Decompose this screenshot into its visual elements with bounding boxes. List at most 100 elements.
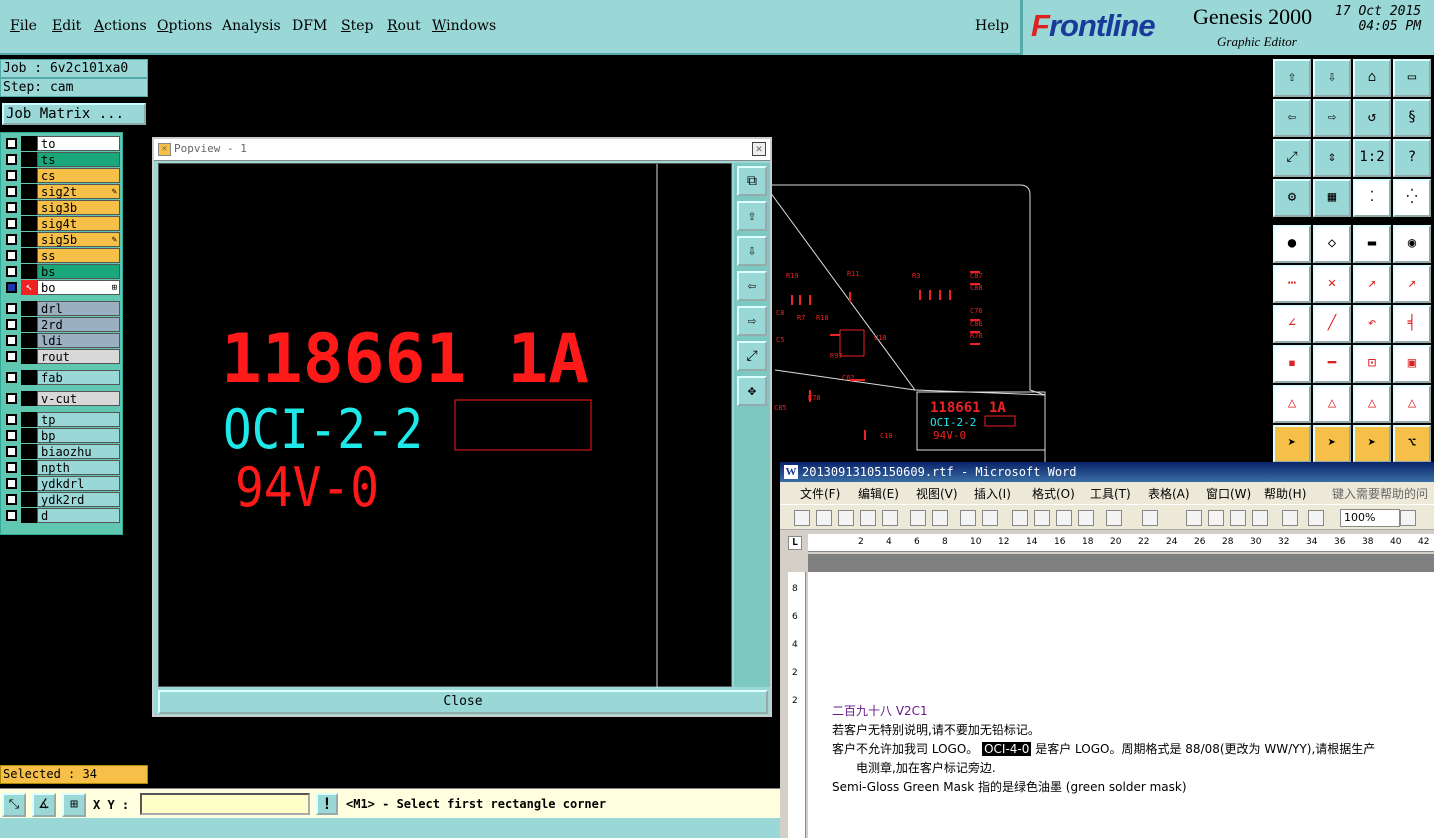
insert-table-icon[interactable] (1230, 510, 1246, 526)
menu-analysis[interactable]: Analysis (222, 18, 281, 34)
research-icon[interactable] (982, 510, 998, 526)
redraw-icon[interactable]: § (1393, 99, 1431, 137)
menu-file[interactable]: File (10, 18, 37, 34)
connect-icon[interactable]: ⋯ (1273, 265, 1311, 303)
layer-checkbox[interactable] (6, 478, 17, 489)
copy-icon[interactable] (1034, 510, 1050, 526)
layer-checkbox[interactable] (6, 186, 17, 197)
menu-rout[interactable]: Rout (387, 18, 421, 34)
word-menu-item[interactable]: 窗口(W) (1206, 485, 1251, 502)
layer-affected-indicator[interactable] (21, 200, 37, 215)
layer-checkbox[interactable] (6, 393, 17, 404)
arrow-add-icon[interactable]: ↗ (1353, 265, 1391, 303)
center-pad-icon[interactable]: ⊡ (1353, 345, 1391, 383)
layer-name[interactable]: bo ⊞ (37, 280, 120, 295)
layer-checkbox[interactable] (6, 335, 17, 346)
word-menu-item[interactable]: 编辑(E) (858, 485, 899, 502)
export-icon[interactable]: ⇨ (1313, 99, 1351, 137)
draw-line-icon[interactable]: ∠ (1273, 305, 1311, 343)
step-down-icon[interactable]: ⇩ (1313, 59, 1351, 97)
pv-export-icon[interactable]: ⇨ (737, 306, 767, 336)
layer-name[interactable]: to (37, 136, 120, 151)
popview-canvas[interactable]: 118661 1A OCI-2-2 94V-0 (158, 163, 732, 688)
rotate-icon[interactable]: ↶ (1353, 305, 1391, 343)
layer-row-rout[interactable]: rout (3, 349, 120, 364)
menu-step[interactable]: Step (341, 18, 373, 34)
layer-checkbox[interactable] (6, 234, 17, 245)
home-icon[interactable]: ⌂ (1353, 59, 1391, 97)
word-menu-item[interactable]: 插入(I) (974, 485, 1011, 502)
drawing-icon[interactable] (1308, 510, 1324, 526)
layer-row-npth[interactable]: npth (3, 460, 120, 475)
triangle-c-icon[interactable]: △ (1353, 385, 1391, 423)
layer-checkbox[interactable] (6, 462, 17, 473)
layer-name[interactable]: ss (37, 248, 120, 263)
word-menu-item[interactable]: 工具(T) (1090, 485, 1131, 502)
layer-affected-indicator[interactable] (21, 391, 37, 406)
layer-name[interactable]: bp (37, 428, 120, 443)
layer-name[interactable]: bs (37, 264, 120, 279)
layer-name[interactable]: npth (37, 460, 120, 475)
layer-affected-indicator[interactable] (21, 301, 37, 316)
step-up-icon[interactable]: ⇧ (1273, 59, 1311, 97)
layer-name[interactable]: tp (37, 412, 120, 427)
select-icon[interactable]: ➤ (1273, 425, 1311, 463)
menu-edit[interactable]: Edit (52, 18, 81, 34)
layer-checkbox[interactable] (6, 446, 17, 457)
word-menu-item[interactable]: 帮助(H) (1264, 485, 1306, 502)
grid-snap-icon[interactable]: ⊞ (62, 793, 86, 817)
layer-affected-indicator[interactable] (21, 370, 37, 385)
menu-help[interactable]: Help (975, 18, 1009, 34)
mirror-icon[interactable]: ╡ (1393, 305, 1431, 343)
layer-row-2rd[interactable]: 2rd (3, 317, 120, 332)
pv-fit-icon[interactable]: ⤢ (737, 341, 767, 371)
pv-center-icon[interactable]: ✥ (737, 376, 767, 406)
pv-layers-icon[interactable]: ⧉ (737, 166, 767, 196)
layer-affected-indicator[interactable] (21, 317, 37, 332)
document-page[interactable]: 二百九十八 V2C1 若客户无特别说明,请不要加无铅标记。 客户不允许加我司 L… (808, 572, 1434, 838)
layer-name[interactable]: ts (37, 152, 120, 167)
layer-name[interactable]: ydk2rd (37, 492, 120, 507)
layer-name[interactable]: rout (37, 349, 120, 364)
fit-icon[interactable]: ⤢ (1273, 139, 1311, 177)
layer-checkbox[interactable] (6, 372, 17, 383)
layer-row-ldi[interactable]: ldi (3, 333, 120, 348)
mail-icon[interactable] (882, 510, 898, 526)
layer-affected-indicator[interactable] (21, 216, 37, 231)
undo-icon[interactable] (1106, 510, 1122, 526)
triangle-d-icon[interactable]: △ (1393, 385, 1431, 423)
excel-icon[interactable] (1252, 510, 1268, 526)
layer-affected-indicator[interactable] (21, 333, 37, 348)
layer-checkbox[interactable] (6, 351, 17, 362)
line-icon[interactable]: ◇ (1313, 225, 1351, 263)
layer-checkbox[interactable] (6, 494, 17, 505)
layer-checkbox[interactable] (6, 202, 17, 213)
save-icon[interactable] (838, 510, 854, 526)
layer-checkbox[interactable] (6, 414, 17, 425)
layer-affected-indicator[interactable] (21, 492, 37, 507)
columns-icon[interactable] (1282, 510, 1298, 526)
zoom-select[interactable]: 100% (1340, 509, 1400, 527)
layer-row-sig5b[interactable]: sig5b ✎ (3, 232, 120, 247)
layer-row-bo[interactable]: ↖ bo ⊞ (3, 280, 120, 295)
triangle-b-icon[interactable]: △ (1313, 385, 1351, 423)
help-icon[interactable]: ? (1393, 139, 1431, 177)
layer-row-to[interactable]: to (3, 136, 120, 151)
window-icon[interactable]: ▭ (1393, 59, 1431, 97)
layer-name[interactable]: sig5b ✎ (37, 232, 120, 247)
layer-affected-indicator[interactable] (21, 412, 37, 427)
layer-name[interactable]: ldi (37, 333, 120, 348)
alert-button[interactable]: ! (316, 793, 338, 815)
layer-affected-indicator[interactable] (21, 349, 37, 364)
help-icon[interactable] (1400, 510, 1416, 526)
cut-icon[interactable] (1012, 510, 1028, 526)
pv-step-up-icon[interactable]: ⇧ (737, 201, 767, 231)
layer-name[interactable]: cs (37, 168, 120, 183)
layer-affected-indicator[interactable] (21, 152, 37, 167)
menu-dfm[interactable]: DFM (292, 18, 327, 34)
cross-icon[interactable]: ✕ (1313, 265, 1351, 303)
layer-row-v-cut[interactable]: v-cut (3, 391, 120, 406)
layer-row-bs[interactable]: bs (3, 264, 120, 279)
layer-affected-indicator[interactable] (21, 476, 37, 491)
layer-name[interactable]: ydkdrl (37, 476, 120, 491)
